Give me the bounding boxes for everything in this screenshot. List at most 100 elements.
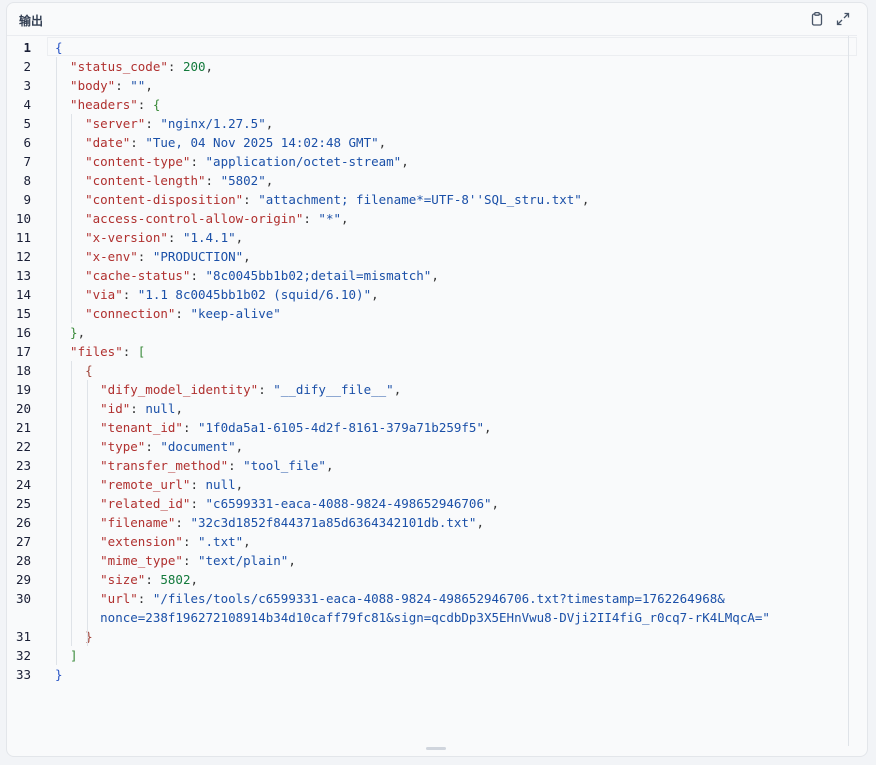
token: : <box>175 515 191 530</box>
code-content[interactable]: 1 {2 "status_code": 200, 3 "body": "", 4 "h… <box>7 36 857 746</box>
line-text: { <box>55 38 63 57</box>
token: "attachment; filename*=UTF-8''SQL_stru.t… <box>258 192 582 207</box>
line-text: "content-length": "5802", <box>55 171 273 190</box>
line-text: "x-env": "PRODUCTION", <box>55 247 251 266</box>
token: "/files/tools/c6599331-eaca-4088-9824-49… <box>152 591 725 606</box>
token: : <box>137 249 153 264</box>
token: , <box>401 154 409 169</box>
line-number: 23 <box>15 458 31 473</box>
token: "tool_file" <box>243 458 326 473</box>
line-text: "content-disposition": "attachment; file… <box>55 190 589 209</box>
token: "nginx/1.27.5" <box>160 116 266 131</box>
token: "url" <box>55 591 138 606</box>
token: , <box>175 401 183 416</box>
token: 5802 <box>160 572 191 587</box>
token: "PRODUCTION" <box>152 249 244 264</box>
token: { <box>55 40 63 55</box>
token: "related_id" <box>55 496 191 511</box>
token: "content-disposition" <box>55 192 244 207</box>
token: "1.4.1" <box>182 230 236 245</box>
line-text: "url": "/files/tools/c6599331-eaca-4088-… <box>55 589 725 608</box>
token: "8c0045bb1b02;detail=mismatch" <box>205 268 432 283</box>
token: : <box>145 572 161 587</box>
line-text: "date": "Tue, 04 Nov 2025 14:02:48 GMT", <box>55 133 386 152</box>
token: : <box>258 382 274 397</box>
token: : <box>137 591 153 606</box>
token: : <box>122 344 138 359</box>
token: "__dify__file__" <box>273 382 394 397</box>
token: "filename" <box>55 515 176 530</box>
line-text: "remote_url": null, <box>55 475 243 494</box>
token: , <box>145 78 153 93</box>
token: : <box>228 458 244 473</box>
line-number: 26 <box>15 515 31 530</box>
panel-header: 输出 <box>7 3 867 35</box>
line-number: 8 <box>23 173 31 188</box>
token: , <box>77 325 86 340</box>
token: : <box>190 477 206 492</box>
line-number: 28 <box>15 553 31 568</box>
token: , <box>483 420 492 435</box>
token: , <box>476 515 484 530</box>
token: : <box>190 154 206 169</box>
token: : <box>243 192 259 207</box>
line-text: "content-type": "application/octet-strea… <box>55 152 409 171</box>
line-number: 31 <box>15 629 31 644</box>
panel-title: 输出 <box>19 14 44 28</box>
json-code-editor[interactable]: 1 {2 "status_code": 200, 3 "body": "", 4 "h… <box>7 35 857 746</box>
line-text: "x-version": "1.4.1", <box>55 228 243 247</box>
token: { <box>55 363 93 378</box>
token: "1f0da5a1-6105-4d2f-8161-379a71b259f5" <box>198 420 484 435</box>
token: "5802" <box>220 173 266 188</box>
token: "*" <box>318 211 341 226</box>
token: , <box>235 439 244 454</box>
token: "1.1 8c0045bb1b02 (squid/6.10)" <box>137 287 372 302</box>
token: "content-length" <box>55 173 206 188</box>
line-text: "headers": { <box>55 95 160 114</box>
token: "server" <box>55 116 146 131</box>
token: 200 <box>182 59 206 74</box>
line-number: 11 <box>15 230 31 245</box>
line-text: "related_id": "c6599331-eaca-4088-9824-4… <box>55 494 499 513</box>
token: "c6599331-eaca-4088-9824-498652946706" <box>205 496 492 511</box>
line-text: "status_code": 200, <box>55 57 213 76</box>
expand-icon[interactable] <box>835 11 851 27</box>
token: , <box>288 553 296 568</box>
indent-guide <box>71 361 72 646</box>
line-text: "filename": "32c3d1852f844371a85d6364342… <box>55 513 484 532</box>
token: : <box>130 401 146 416</box>
line-text: "body": "", <box>55 76 153 95</box>
clipboard-icon[interactable] <box>809 11 825 27</box>
line-text: "type": "document", <box>55 437 243 456</box>
token: : <box>182 534 198 549</box>
token: } <box>55 667 63 682</box>
token: , <box>265 173 274 188</box>
line-number: 32 <box>15 648 31 663</box>
token: "id" <box>55 401 131 416</box>
line-number: 33 <box>15 667 31 682</box>
output-panel: 输出 1 {2 "status_code": 200, 3 "body": "", 4… <box>6 2 868 757</box>
token: "dify_model_identity" <box>55 382 259 397</box>
token: : <box>145 116 161 131</box>
token: , <box>378 135 387 150</box>
resize-handle[interactable] <box>426 747 446 750</box>
line-number: 22 <box>15 439 31 454</box>
token: : <box>122 287 138 302</box>
token: "access-control-allow-origin" <box>55 211 304 226</box>
vertical-scrollbar[interactable] <box>848 36 863 746</box>
token: : <box>190 268 206 283</box>
line-number: 15 <box>15 306 31 321</box>
token: : <box>205 173 221 188</box>
token: , <box>491 496 500 511</box>
line-number: 7 <box>23 154 31 169</box>
token: "Tue, 04 Nov 2025 14:02:48 GMT" <box>145 135 379 150</box>
token: : <box>130 135 146 150</box>
line-text-wrapped: nonce=238f196272108914b34d10caff79fc81&s… <box>55 610 770 625</box>
line-text: "connection": "keep-alive" <box>55 304 281 323</box>
token: "date" <box>55 135 131 150</box>
line-number: 3 <box>23 78 31 93</box>
line-text: "mime_type": "text/plain", <box>55 551 296 570</box>
token: , <box>325 458 334 473</box>
line-text: }, <box>55 323 85 342</box>
line-number: 2 <box>23 59 31 74</box>
